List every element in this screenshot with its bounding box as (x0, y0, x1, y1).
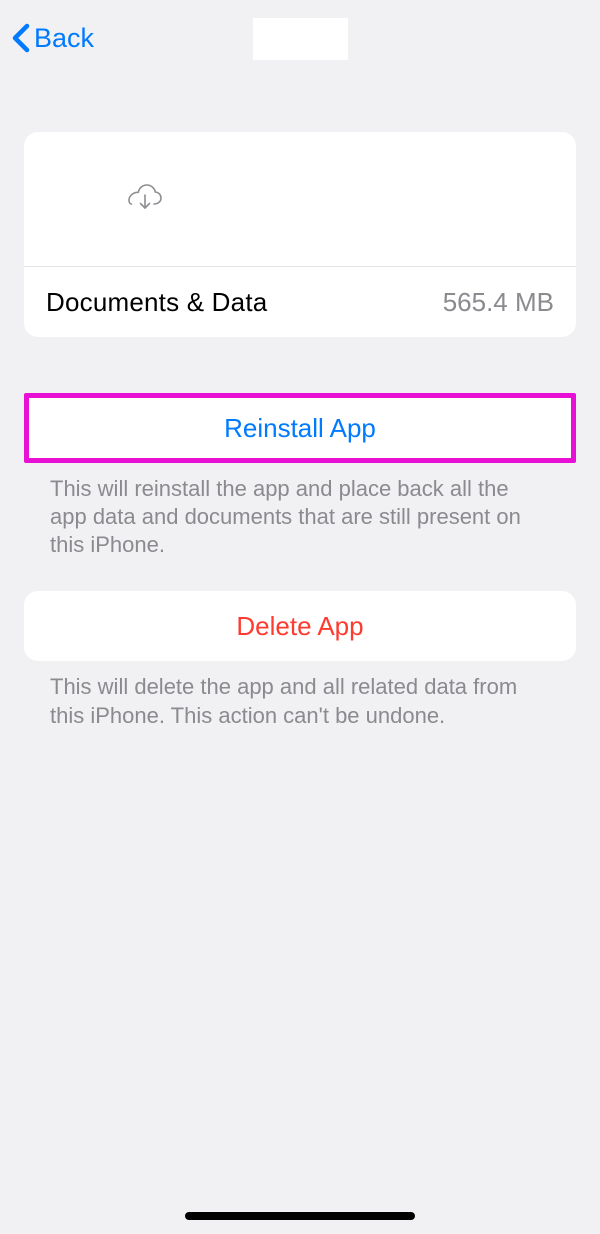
back-label: Back (34, 23, 94, 54)
back-button[interactable]: Back (12, 23, 94, 54)
delete-app-label: Delete App (236, 611, 363, 642)
app-info-card: Documents & Data 565.4 MB (24, 132, 576, 337)
content: Documents & Data 565.4 MB Reinstall App … (0, 132, 600, 730)
home-indicator (185, 1212, 415, 1220)
nav-bar: Back (0, 0, 600, 76)
reinstall-app-label: Reinstall App (224, 413, 376, 444)
reinstall-description: This will reinstall the app and place ba… (24, 463, 576, 559)
cloud-download-icon (128, 182, 162, 217)
delete-app-button[interactable]: Delete App (24, 591, 576, 661)
app-header-row (24, 132, 576, 267)
chevron-left-icon (12, 23, 30, 53)
reinstall-app-button[interactable]: Reinstall App (24, 393, 576, 463)
documents-data-value: 565.4 MB (443, 287, 554, 318)
title-mask (253, 18, 348, 60)
delete-description: This will delete the app and all related… (24, 661, 576, 729)
documents-data-row: Documents & Data 565.4 MB (24, 267, 576, 337)
documents-data-label: Documents & Data (46, 287, 267, 318)
